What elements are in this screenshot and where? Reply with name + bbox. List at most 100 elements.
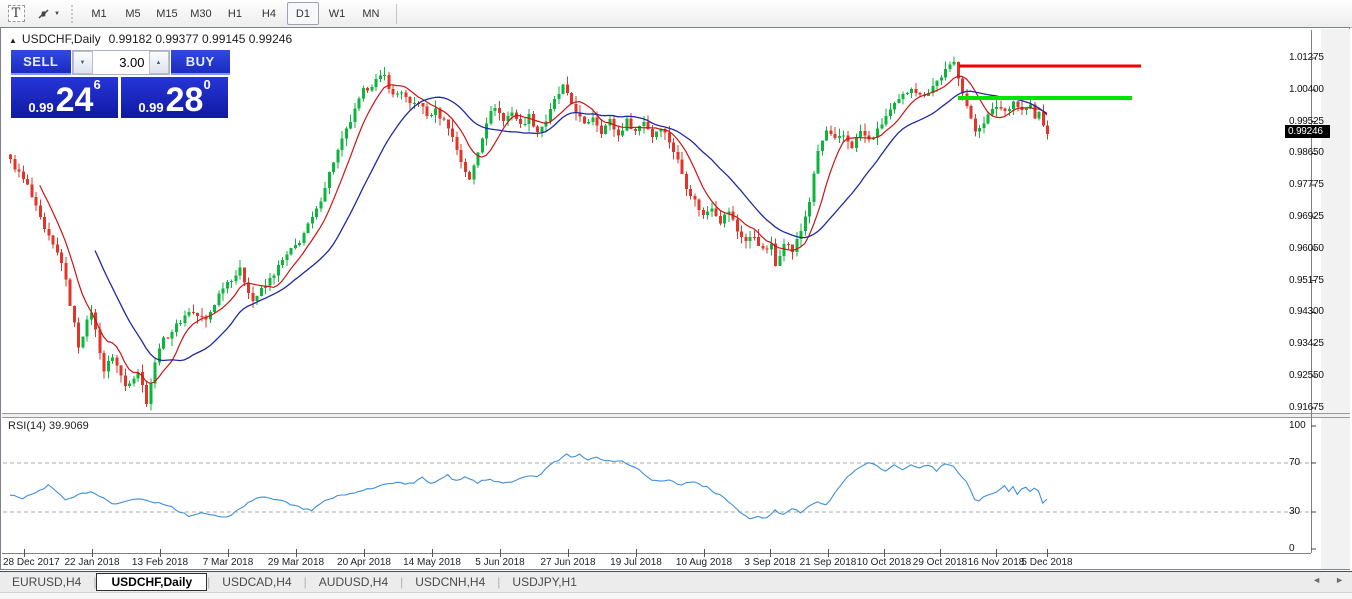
candle-body	[81, 337, 84, 348]
candle-body	[1025, 109, 1028, 111]
candle-body	[617, 129, 620, 135]
volume-increase-button[interactable]: ▲	[149, 51, 169, 74]
date-axis-label: 27 Jun 2018	[540, 557, 595, 568]
candle-body	[562, 84, 565, 94]
candle-body	[897, 99, 900, 103]
volume-input[interactable]	[93, 51, 149, 74]
candle-body	[69, 280, 72, 306]
date-axis-label: 10 Oct 2018	[857, 557, 911, 568]
date-axis-label: 19 Jul 2018	[610, 557, 662, 568]
price-axis-label: 0.98650	[1289, 147, 1324, 158]
price-axis-label: 0.94300	[1289, 306, 1324, 317]
timeframe-button-mn[interactable]: MN	[355, 2, 387, 25]
candle-body	[702, 210, 705, 215]
candle-body	[18, 170, 21, 172]
date-axis-label: 13 Feb 2018	[132, 557, 188, 568]
chart-tab-usdchf[interactable]: USDCHF,Daily	[96, 573, 207, 591]
candle-body	[43, 217, 46, 229]
chart-ohlc-values: 0.99182 0.99377 0.99145 0.99246	[109, 32, 293, 46]
timeframe-button-m15[interactable]: M15	[151, 2, 183, 25]
candle-body	[290, 248, 293, 254]
chart-tab-usdcad[interactable]: USDCAD,H4	[210, 573, 303, 591]
candle-body	[1016, 102, 1019, 108]
candle-body	[481, 139, 484, 153]
chart-tab-eurusd[interactable]: EURUSD,H4	[0, 573, 93, 591]
candle-body	[222, 288, 225, 293]
candle-body	[362, 88, 365, 99]
candle-body	[1004, 109, 1007, 111]
chart-tab-usdjpy[interactable]: USDJPY,H1	[500, 573, 588, 591]
candle-body	[13, 159, 16, 170]
date-axis-label: 29 Mar 2018	[268, 557, 324, 568]
candle-body	[970, 106, 973, 119]
date-axis-label: 7 Mar 2018	[203, 557, 254, 568]
candle-body	[472, 166, 475, 180]
candle-body	[328, 172, 331, 188]
candle-body	[880, 125, 883, 129]
candle-body	[999, 107, 1002, 109]
candle-body	[812, 174, 815, 203]
toolbar-grip[interactable]	[70, 5, 75, 23]
candle-body	[273, 275, 276, 278]
ma-fast-line	[40, 76, 1047, 383]
candle-body	[698, 200, 701, 211]
candle-body	[426, 107, 429, 116]
candle-body	[230, 281, 233, 282]
price-axis-label: 0.96925	[1289, 211, 1324, 222]
sell-button[interactable]: SELL	[11, 50, 71, 75]
collapse-icon[interactable]: ▲	[9, 36, 17, 45]
candle-body	[494, 108, 497, 111]
price-axis-label: 1.00400	[1289, 84, 1324, 95]
buy-button[interactable]: BUY	[171, 50, 231, 75]
candle-body	[821, 140, 824, 151]
buy-price-display[interactable]: 0.99 28 0	[121, 77, 228, 118]
candle-body	[1038, 112, 1041, 118]
candle-body	[256, 296, 259, 301]
chart-tab-usdcnh[interactable]: USDCNH,H4	[403, 573, 497, 591]
price-axis-label: 0.95175	[1289, 275, 1324, 286]
candle-body	[838, 136, 841, 138]
chart-tab-audusd[interactable]: AUDUSD,H4	[307, 573, 400, 591]
candle-body	[213, 305, 216, 312]
timeframe-button-m30[interactable]: M30	[185, 2, 217, 25]
sell-price-display[interactable]: 0.99 24 6	[11, 77, 118, 118]
candle-body	[124, 375, 127, 386]
candle-body	[324, 188, 327, 201]
candle-body	[557, 94, 560, 99]
pane-splitter[interactable]	[1, 411, 1351, 418]
text-tool-button[interactable]: T	[6, 4, 26, 24]
candle-body	[132, 379, 135, 384]
timeframe-button-d1[interactable]: D1	[287, 2, 319, 25]
candle-body	[383, 75, 386, 76]
candle-body	[77, 322, 80, 347]
candle-body	[52, 236, 55, 245]
candle-body	[902, 94, 905, 99]
timeframe-button-m5[interactable]: M5	[117, 2, 149, 25]
chart-symbol-label: USDCHF,Daily	[22, 32, 101, 46]
volume-decrease-button[interactable]: ▼	[73, 51, 93, 74]
timeframe-button-h1[interactable]: H1	[219, 2, 251, 25]
candle-body	[889, 110, 892, 116]
arrange-windows-button[interactable]: ▼	[36, 4, 60, 24]
timeframe-button-m1[interactable]: M1	[83, 2, 115, 25]
candle-body	[451, 129, 454, 137]
candle-body	[936, 80, 939, 86]
candle-body	[982, 123, 985, 128]
candle-body	[302, 233, 305, 243]
candle-body	[855, 137, 858, 148]
candle-body	[239, 268, 242, 276]
candle-body	[443, 118, 446, 119]
candle-body	[247, 282, 250, 293]
tab-scroll-right-icon[interactable]: ►	[1335, 575, 1344, 585]
toolbar-separator	[396, 4, 397, 24]
candle-body	[455, 137, 458, 150]
rsi-line	[10, 454, 1047, 519]
rsi-axis-label: 100	[1289, 420, 1306, 431]
tab-scroll-left-icon[interactable]: ◄	[1312, 575, 1321, 585]
candle-body	[566, 84, 569, 93]
timeframe-button-h4[interactable]: H4	[253, 2, 285, 25]
timeframe-button-w1[interactable]: W1	[321, 2, 353, 25]
candle-body	[655, 132, 658, 137]
candle-body	[676, 152, 679, 160]
candle-body	[489, 111, 492, 123]
